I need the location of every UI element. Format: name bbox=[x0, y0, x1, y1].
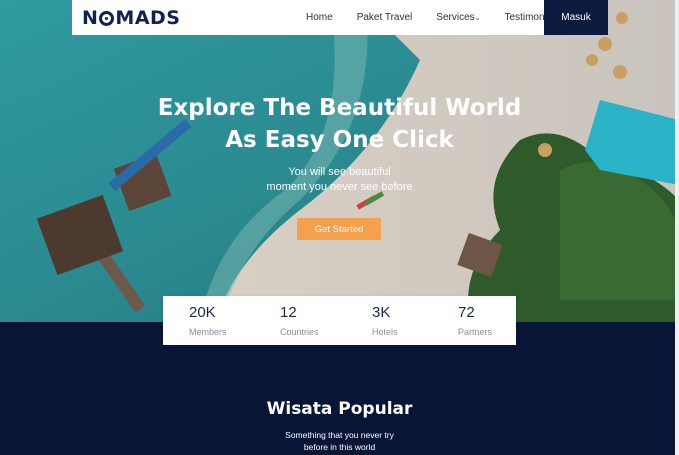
popular-subtitle-line2: before in this world bbox=[303, 442, 376, 452]
nav-link-services[interactable]: Services⌄ bbox=[436, 12, 480, 23]
get-started-button[interactable]: Get Started bbox=[297, 218, 381, 240]
stat-partners: 72 Partners bbox=[458, 304, 492, 337]
stat-value: 20K bbox=[189, 304, 216, 321]
window-edge bbox=[675, 0, 679, 455]
stat-hotels: 3K Hotels bbox=[372, 304, 398, 337]
stat-label: Partners bbox=[458, 327, 493, 337]
stat-countries: 12 Countries bbox=[280, 304, 319, 337]
stat-members: 20K Members bbox=[189, 304, 227, 337]
stat-label: Countries bbox=[280, 327, 319, 337]
hero-title-line1: Explore The Beautiful World bbox=[157, 95, 522, 121]
nav-link-services-label: Services bbox=[436, 12, 475, 23]
hero-subtitle-line2: moment you never see before bbox=[266, 181, 413, 193]
chevron-down-icon: ⌄ bbox=[474, 15, 481, 22]
nav-link-paket-travel[interactable]: Paket Travel bbox=[357, 12, 413, 23]
hero-background-image bbox=[0, 0, 679, 322]
stat-value: 12 bbox=[280, 304, 297, 321]
stats-card: 20K Members 12 Countries 3K Hotels 72 Pa… bbox=[163, 296, 516, 345]
nav-links: Home Paket Travel Services⌄ Testimonial bbox=[306, 0, 579, 35]
brand-logo[interactable]: N MADS bbox=[82, 7, 180, 29]
stat-label: Hotels bbox=[372, 327, 398, 337]
beach-aerial-illustration bbox=[0, 0, 679, 322]
nav-link-home[interactable]: Home bbox=[306, 12, 333, 23]
logo-globe-icon bbox=[99, 10, 115, 26]
hero-title-line2: As Easy One Click bbox=[225, 127, 454, 153]
top-navbar: N MADS Home Paket Travel Services⌄ Testi… bbox=[72, 0, 608, 35]
stat-value: 3K bbox=[372, 304, 391, 321]
stat-value: 72 bbox=[458, 304, 475, 321]
hero-subtitle-line1: You will see beautiful bbox=[288, 166, 391, 178]
login-button[interactable]: Masuk bbox=[544, 0, 608, 35]
stat-label: Members bbox=[189, 327, 227, 337]
logo-letter-n: N bbox=[82, 7, 99, 29]
popular-title: Wisata Popular bbox=[266, 399, 413, 419]
logo-letters-mads: MADS bbox=[115, 7, 181, 29]
popular-subtitle-line1: Something that you never try bbox=[285, 430, 394, 440]
